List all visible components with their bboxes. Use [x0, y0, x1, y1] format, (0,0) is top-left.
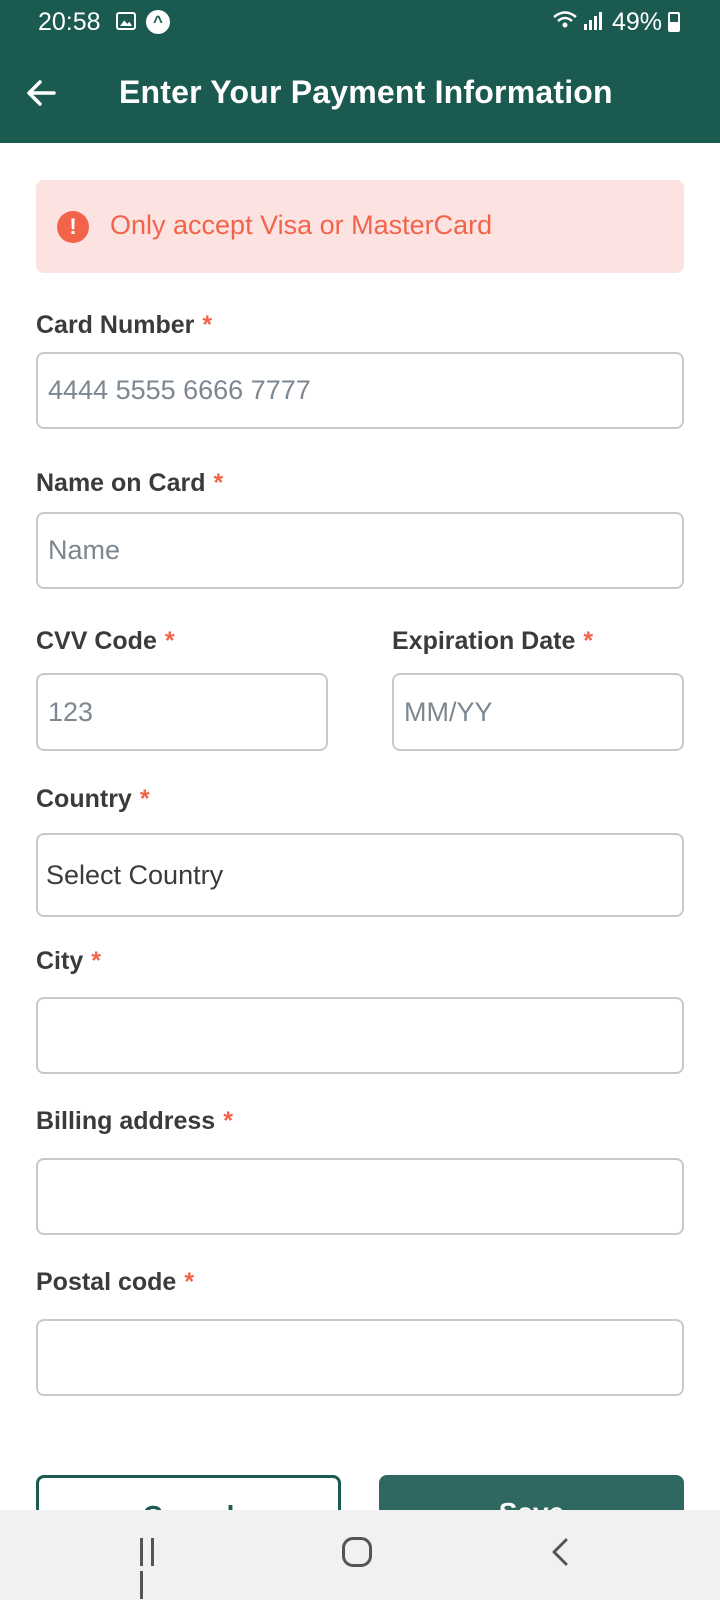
- battery-percent: 49%: [612, 8, 663, 36]
- postal-code-input[interactable]: [36, 1319, 684, 1396]
- required-mark: *: [184, 1268, 195, 1296]
- expiration-date-placeholder: MM/YY: [404, 696, 493, 727]
- cancel-button[interactable]: Cancel: [36, 1475, 341, 1510]
- save-button[interactable]: Save: [379, 1475, 684, 1510]
- required-mark: *: [164, 627, 175, 655]
- gallery-icon: [116, 12, 136, 30]
- country-select[interactable]: Select Country: [36, 833, 684, 917]
- cvv-input[interactable]: 123: [36, 673, 328, 751]
- app-bar: Enter Your Payment Information: [0, 46, 720, 143]
- cvv-label: CVV Code *: [36, 627, 175, 655]
- postal-code-label: Postal code *: [36, 1268, 195, 1296]
- cvv-placeholder: 123: [48, 696, 94, 727]
- form-content[interactable]: ! Only accept Visa or MasterCard Card Nu…: [0, 143, 720, 1510]
- back-nav-icon[interactable]: [550, 1538, 570, 1566]
- required-mark: *: [202, 311, 213, 339]
- billing-address-input[interactable]: [36, 1158, 684, 1235]
- signal-icon: [584, 12, 602, 30]
- expiration-date-label: Expiration Date *: [392, 627, 594, 655]
- required-mark: *: [583, 627, 594, 655]
- name-on-card-placeholder: Name: [48, 535, 121, 565]
- required-mark: *: [139, 785, 150, 813]
- exclamation-circle-icon: !: [57, 211, 89, 243]
- alert-text: Only accept Visa or MasterCard: [110, 210, 493, 240]
- city-input[interactable]: [36, 997, 684, 1074]
- card-number-input[interactable]: 4444 5555 6666 7777: [36, 352, 684, 429]
- country-select-value: Select Country: [46, 859, 224, 890]
- city-label: City *: [36, 947, 101, 975]
- name-on-card-label: Name on Card *: [36, 469, 224, 497]
- wifi-icon: [553, 11, 577, 28]
- card-number-placeholder: 4444 5555 6666 7777: [48, 375, 311, 405]
- expiration-date-input[interactable]: MM/YY: [392, 673, 684, 751]
- app-icon: ^: [146, 10, 170, 34]
- alert-banner: ! Only accept Visa or MasterCard: [36, 180, 684, 273]
- billing-address-label: Billing address *: [36, 1107, 233, 1135]
- required-mark: *: [213, 469, 224, 497]
- required-mark: *: [91, 947, 101, 975]
- required-mark: *: [223, 1107, 233, 1135]
- status-time: 20:58: [38, 8, 101, 36]
- status-bar: 20:58 ^ 49%: [0, 0, 720, 46]
- system-nav-bar: [0, 1510, 720, 1600]
- name-on-card-input[interactable]: Name: [36, 512, 684, 589]
- battery-icon: [668, 12, 680, 32]
- arrow-left-icon[interactable]: [24, 76, 58, 110]
- country-label: Country *: [36, 785, 150, 813]
- page-title: Enter Your Payment Information: [119, 74, 613, 110]
- card-number-label: Card Number *: [36, 311, 213, 339]
- home-icon[interactable]: [342, 1537, 372, 1567]
- recents-icon[interactable]: [140, 1538, 170, 1599]
